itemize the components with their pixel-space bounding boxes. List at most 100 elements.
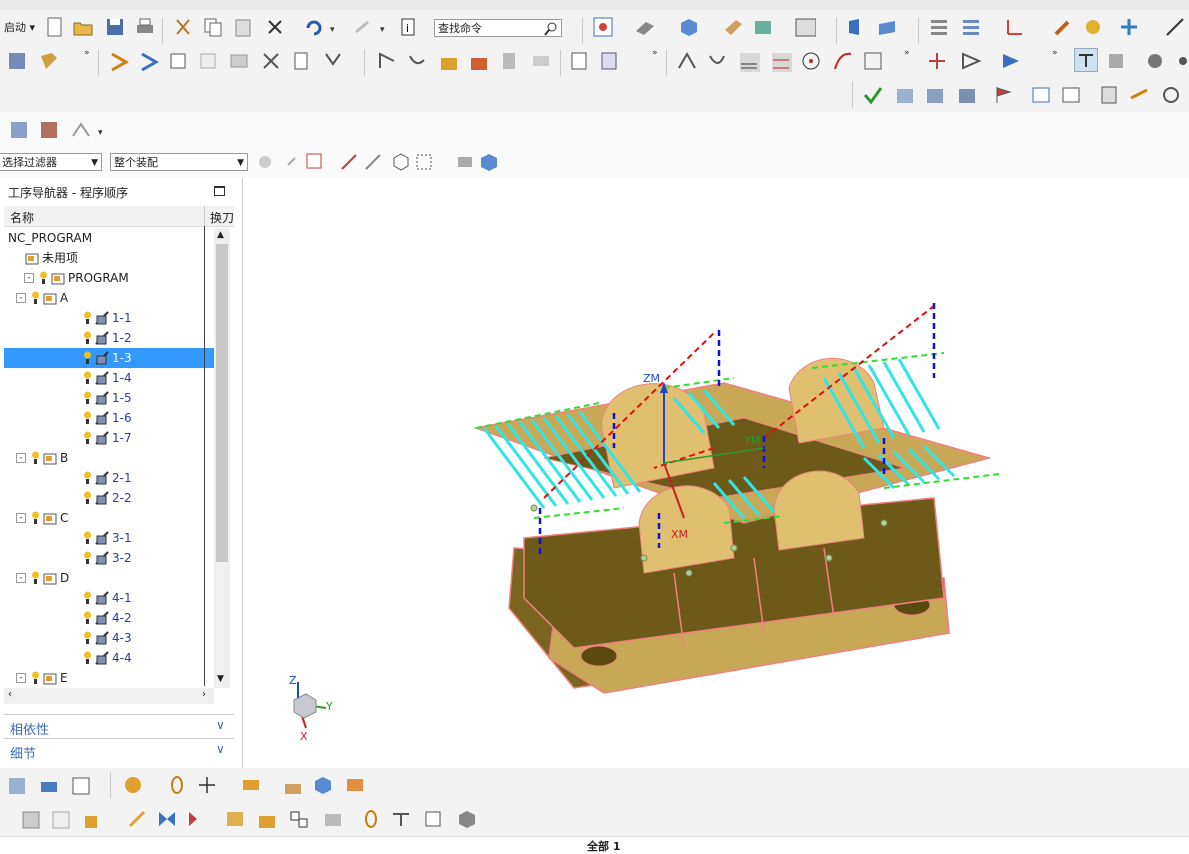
machine-nav-icon[interactable]: [1060, 84, 1082, 106]
rectangle-select-icon[interactable]: [414, 151, 436, 173]
datum-axis-icon[interactable]: [1106, 50, 1128, 72]
list-path-icon[interactable]: [168, 50, 190, 72]
clip-plane-icon[interactable]: [752, 16, 774, 38]
replay-path-icon[interactable]: [138, 50, 160, 72]
show-hide-icon[interactable]: [1082, 16, 1104, 38]
operation-row[interactable]: 4-3: [4, 628, 214, 648]
non-cut-moves-icon[interactable]: [706, 50, 728, 72]
collapse-toggle[interactable]: -: [16, 573, 26, 583]
reposition-icon[interactable]: [126, 808, 148, 830]
datum-csys-icon[interactable]: [1144, 50, 1166, 72]
layer-visibility-icon[interactable]: [960, 16, 982, 38]
operation-row[interactable]: 1-4: [4, 368, 214, 388]
column-tool-header[interactable]: 换刀: [210, 209, 234, 226]
deformable-icon[interactable]: [456, 808, 478, 830]
operation-row[interactable]: 1-6: [4, 408, 214, 428]
nav-machine-view-icon[interactable]: [38, 118, 60, 140]
wave-link-icon[interactable]: [344, 774, 366, 796]
interpart-link-icon[interactable]: [390, 808, 412, 830]
start-menu[interactable]: 启动 ▾: [4, 19, 35, 35]
cube-group-icon[interactable]: [20, 808, 42, 830]
cut-icon[interactable]: [172, 16, 194, 38]
collapse-toggle[interactable]: -: [16, 453, 26, 463]
move-component-icon[interactable]: [846, 16, 868, 38]
tool-path-edit-icon[interactable]: [1128, 84, 1150, 106]
product-interface-icon[interactable]: [422, 808, 444, 830]
mate-icon[interactable]: [240, 774, 262, 796]
revolve-icon[interactable]: [960, 50, 982, 72]
cut-pattern-icon[interactable]: [738, 50, 760, 72]
create-tool-icon[interactable]: [38, 50, 60, 72]
crosshair-icon[interactable]: [196, 774, 218, 796]
operation-row[interactable]: 3-2: [4, 548, 214, 568]
open-folder-icon[interactable]: [72, 16, 94, 38]
shaded-cube-icon[interactable]: [678, 16, 700, 38]
verify-check-icon[interactable]: [862, 84, 884, 106]
graphics-viewport[interactable]: ZM XM YM Z Y X: [244, 178, 1189, 768]
undo-icon[interactable]: [302, 16, 324, 38]
collapse-toggle[interactable]: -: [24, 273, 34, 283]
time-estimate-icon[interactable]: [1160, 84, 1182, 106]
group-row[interactable]: -A: [4, 288, 214, 308]
vertical-scrollbar[interactable]: ▲ ▼: [214, 228, 230, 688]
operation-row[interactable]: 4-1: [4, 588, 214, 608]
path-info-icon[interactable]: [292, 50, 314, 72]
maximize-navigator-button[interactable]: [214, 186, 225, 196]
group-row[interactable]: -D: [4, 568, 214, 588]
paste-icon[interactable]: [232, 16, 254, 38]
command-search-input[interactable]: 查找命令: [434, 19, 562, 37]
group-row[interactable]: -E: [4, 668, 214, 688]
operation-row[interactable]: 4-2: [4, 608, 214, 628]
engage-retract-icon[interactable]: [406, 50, 428, 72]
nav-geometry-view-icon[interactable]: [70, 118, 92, 140]
generate-path-icon[interactable]: [108, 50, 130, 72]
add-component-icon[interactable]: [122, 774, 144, 796]
select-faces-icon[interactable]: [454, 151, 476, 173]
new-component-icon[interactable]: [82, 808, 104, 830]
operation-row[interactable]: 1-3: [4, 348, 214, 368]
collapse-toggle[interactable]: -: [16, 293, 26, 303]
ipw-icon[interactable]: [468, 50, 490, 72]
copy-icon[interactable]: [202, 16, 224, 38]
operation-nav-program-icon[interactable]: [894, 84, 916, 106]
shop-docs-icon[interactable]: [568, 50, 590, 72]
operation-row[interactable]: 1-7: [4, 428, 214, 448]
snap-end-icon[interactable]: [284, 151, 306, 173]
check-clearance-icon[interactable]: [186, 808, 208, 830]
program-row[interactable]: - PROGRAM: [4, 268, 214, 288]
link-geometry-icon[interactable]: [360, 808, 382, 830]
snap-mid-icon[interactable]: [304, 151, 326, 173]
method-icon[interactable]: [676, 50, 698, 72]
snap-point-on-face-icon[interactable]: [390, 151, 412, 173]
assembly-component-icon[interactable]: [6, 774, 28, 796]
layer-settings-icon[interactable]: [928, 16, 950, 38]
verify-path-icon[interactable]: [198, 50, 220, 72]
nav-program-view-icon[interactable]: [8, 118, 30, 140]
view-triad[interactable]: Z Y X: [284, 674, 344, 744]
operation-row[interactable]: 1-5: [4, 388, 214, 408]
snap-quadrant-icon[interactable]: [362, 151, 384, 173]
selection-filter-select[interactable]: 选择过滤器 ▼: [0, 153, 102, 171]
operation-nav-method-icon[interactable]: [992, 84, 1014, 106]
redo-icon[interactable]: [352, 16, 374, 38]
section-view-icon[interactable]: [722, 16, 744, 38]
tool-holder-icon[interactable]: [498, 50, 520, 72]
save-icon[interactable]: [104, 16, 126, 38]
horizontal-scrollbar[interactable]: ‹ ›: [4, 688, 214, 704]
chain-icon[interactable]: [166, 774, 188, 796]
scrollbar-thumb[interactable]: [216, 244, 228, 562]
operation-row[interactable]: 2-1: [4, 468, 214, 488]
operation-row[interactable]: 1-1: [4, 308, 214, 328]
mirror-assembly-icon[interactable]: [156, 808, 178, 830]
output-cls-icon[interactable]: [598, 50, 620, 72]
assembly-scope-select[interactable]: 整个装配 ▼: [110, 153, 248, 171]
simplify-icon[interactable]: [322, 808, 344, 830]
column-name-header[interactable]: 名称: [10, 209, 34, 226]
move-pattern-icon[interactable]: [256, 808, 278, 830]
component-filter-icon[interactable]: [254, 151, 276, 173]
operation-nav-geometry-icon[interactable]: [956, 84, 978, 106]
replace-component-icon[interactable]: [50, 808, 72, 830]
datum-plane-icon[interactable]: [1074, 48, 1098, 72]
create-program-icon[interactable]: [6, 50, 28, 72]
info-icon[interactable]: i: [398, 16, 420, 38]
